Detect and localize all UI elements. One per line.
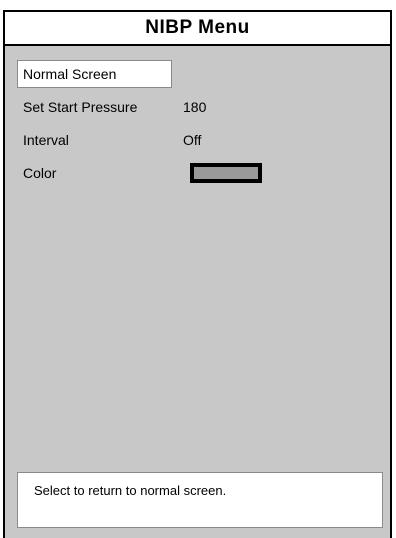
color-row[interactable]: Color (23, 163, 383, 185)
normal-screen-button[interactable]: Normal Screen (17, 60, 172, 88)
window-title: NIBP Menu (145, 17, 250, 38)
set-start-pressure-row[interactable]: Set Start Pressure 180 (23, 99, 383, 119)
nibp-menu-window: NIBP Menu Normal Screen Set Start Pressu… (3, 10, 392, 538)
color-label: Color (23, 165, 57, 181)
help-text: Select to return to normal screen. (34, 483, 227, 498)
title-bar: NIBP Menu (5, 12, 390, 46)
set-start-pressure-value[interactable]: 180 (183, 99, 206, 115)
set-start-pressure-label: Set Start Pressure (23, 99, 138, 115)
color-swatch[interactable] (190, 163, 262, 183)
help-text-box: Select to return to normal screen. (17, 472, 383, 528)
interval-row[interactable]: Interval Off (23, 132, 383, 152)
interval-value[interactable]: Off (183, 132, 201, 148)
normal-screen-label: Normal Screen (23, 66, 117, 82)
interval-label: Interval (23, 132, 69, 148)
